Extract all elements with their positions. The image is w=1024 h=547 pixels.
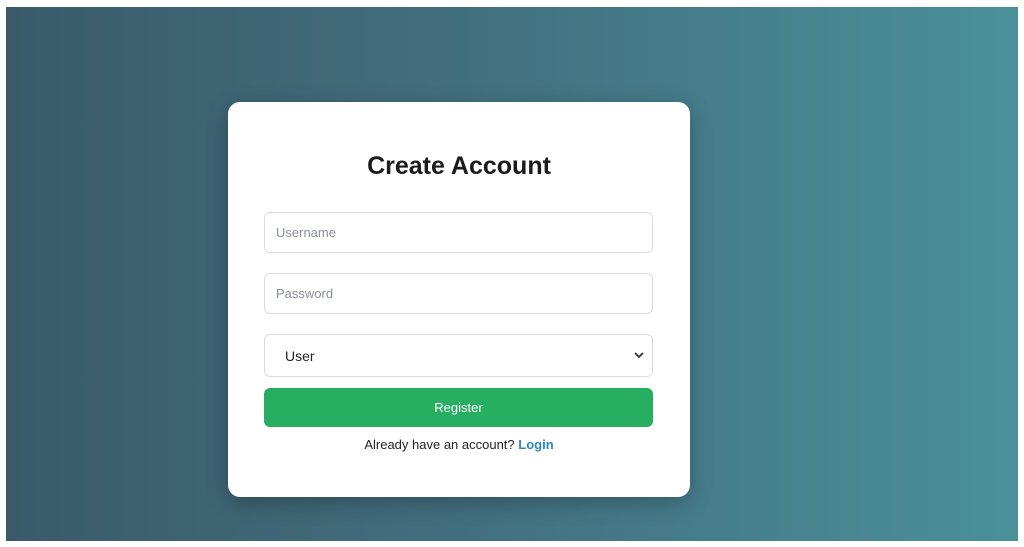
login-link[interactable]: Login (518, 437, 553, 452)
username-input[interactable] (264, 212, 653, 253)
role-select-wrapper: User (264, 334, 653, 377)
role-select[interactable]: User (264, 334, 653, 377)
login-prompt: Already have an account? Login (264, 436, 654, 454)
page-background: Create Account User Register Already hav… (6, 7, 1018, 541)
register-button[interactable]: Register (264, 388, 653, 427)
page-title: Create Account (367, 152, 551, 180)
login-prompt-text: Already have an account? (364, 437, 515, 452)
register-card: Create Account User Register Already hav… (228, 102, 690, 497)
password-input[interactable] (264, 273, 653, 314)
